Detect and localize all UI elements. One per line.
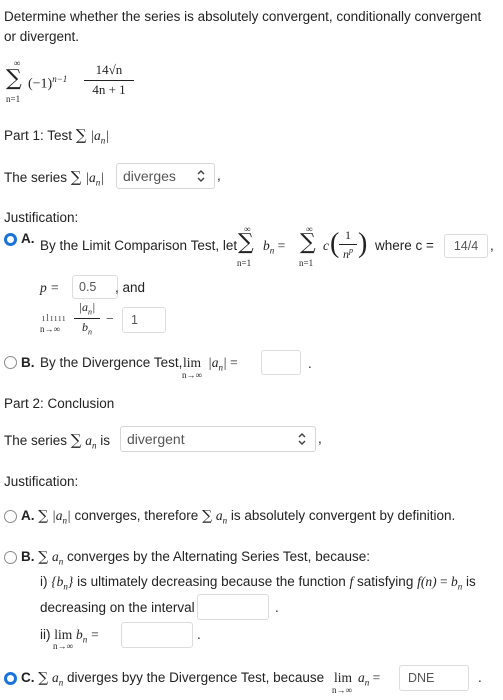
- p-value-input[interactable]: 0.5: [72, 275, 118, 299]
- part2-conclusion-select[interactable]: divergent: [120, 426, 316, 452]
- part2-option-b-i-interval-text: decreasing on the interval: [40, 600, 195, 615]
- lim-subscript: n→∞: [40, 324, 60, 334]
- p-label: p =: [40, 280, 60, 295]
- series-text: The series: [4, 433, 68, 448]
- sum-lower: n=1: [6, 94, 21, 104]
- part1-convergence-select[interactable]: diverges: [116, 163, 215, 189]
- part2-option-c-radio[interactable]: [4, 672, 17, 685]
- opt-b-i-prefix: i): [40, 574, 48, 589]
- sign-base: (−1): [28, 76, 53, 92]
- divergence-test-limit-input[interactable]: DNE: [399, 665, 469, 691]
- series-text: The series: [4, 170, 68, 185]
- sigma-symbol: ∑: [238, 230, 254, 255]
- ratio-limit-input[interactable]: 1: [122, 307, 166, 333]
- part1-title-text: Part 1: Test: [4, 128, 73, 143]
- opt-b-i-text1: is ultimately decreasing because the fun…: [77, 574, 346, 589]
- part1-option-b-letter: B.: [21, 355, 35, 370]
- part1-option-a-text: By the Limit Comparison Test, let: [40, 238, 238, 253]
- sigma-symbol: ∑: [6, 66, 22, 91]
- opt-b-i-text2: satisfying: [357, 574, 414, 589]
- part1-series-label: The series ∑ |an|: [4, 168, 104, 188]
- part2-series-label: The series ∑ an is: [4, 431, 111, 451]
- sign-exponent: n−1: [52, 74, 68, 84]
- part1-option-a-radio[interactable]: [4, 233, 17, 246]
- part1-option-b-text: By the Divergence Test,: [40, 355, 183, 370]
- opt-a-text2: is absolutely convergent by definition.: [230, 508, 456, 523]
- where-c-label: where c =: [375, 238, 434, 253]
- part2-option-b: B. ∑ an converges by the Alternating Ser…: [21, 549, 370, 567]
- c-value-input[interactable]: 14/4: [444, 234, 488, 258]
- part2-title: Part 2: Conclusion: [4, 396, 115, 411]
- part2-option-b-radio[interactable]: [4, 551, 17, 564]
- and-text: , and: [115, 280, 146, 295]
- series-expression: ∞ ∑ n=1 (−1)n−1 14√n 4n + 1: [4, 58, 204, 110]
- part2-justification-label: Justification:: [4, 474, 79, 489]
- opt-b-i-text3: is: [465, 574, 476, 589]
- instruction-text: Determine whether the series is absolute…: [4, 9, 482, 44]
- series-denominator: 4n + 1: [92, 82, 126, 97]
- chevron-updown-icon: [197, 169, 205, 183]
- divergence-limit-input[interactable]: [261, 350, 301, 375]
- series-fraction-bar: [84, 80, 134, 81]
- part2-option-c: C. ∑ an diverges byy the Divergence Test…: [21, 670, 325, 688]
- part1-justification-label: Justification:: [4, 210, 79, 225]
- opt-a-text1: converges, therefore: [74, 508, 199, 523]
- sigma-symbol: ∑: [70, 168, 82, 186]
- series-numerator: 14√n: [95, 62, 123, 77]
- part2-option-a: A. ∑ |an| converges, therefore ∑ an is a…: [21, 508, 456, 526]
- sigma-symbol: ∑: [300, 230, 316, 255]
- opt-c-text: diverges byy the Divergence Test, becaus…: [67, 670, 325, 685]
- sigma-symbol: ∑: [75, 126, 87, 144]
- part1-option-b-radio[interactable]: [4, 356, 17, 369]
- part1-title: Part 1: Test ∑ |an|: [4, 126, 109, 146]
- abs-an-end: |: [105, 128, 109, 143]
- part1-option-a-letter: A.: [21, 231, 35, 246]
- opt-b-text: converges by the Alternating Series Test…: [67, 549, 370, 564]
- opt-b-ii-prefix: ii): [40, 627, 51, 642]
- part2-option-a-radio[interactable]: [4, 510, 17, 523]
- part2-option-c-letter: C.: [21, 670, 35, 685]
- is-text: is: [100, 433, 111, 448]
- select-value: diverges: [123, 168, 176, 184]
- part2-option-a-letter: A.: [21, 508, 35, 523]
- sum-bn-expression: ∞ ∑ n=1: [237, 224, 254, 268]
- select-value: divergent: [127, 431, 185, 447]
- bn-limit-input[interactable]: [121, 622, 193, 648]
- chevron-updown-icon: [298, 432, 306, 446]
- decreasing-interval-input[interactable]: [197, 594, 269, 620]
- part2-option-b-letter: B.: [21, 549, 35, 564]
- part2-option-b-i: i) {bn} is ultimately decreasing because…: [40, 574, 476, 592]
- abs-an: |a: [90, 128, 101, 143]
